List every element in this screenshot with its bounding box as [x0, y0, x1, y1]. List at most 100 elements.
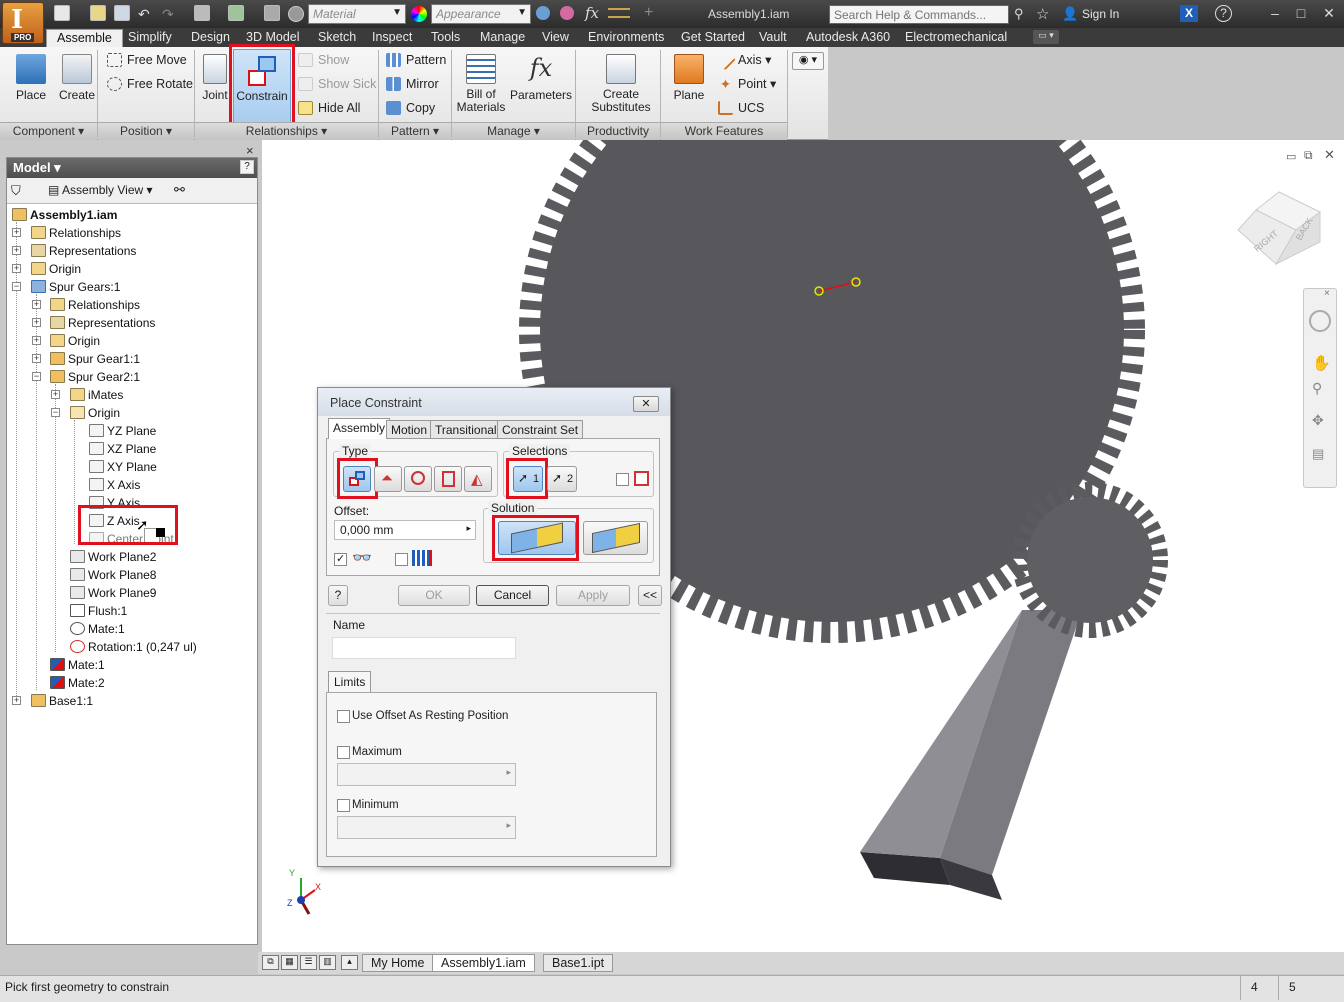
flush-solution-button[interactable]	[583, 521, 648, 555]
tangent-type-button[interactable]	[404, 466, 432, 492]
tree-node-xz-plane[interactable]: XZ Plane	[89, 440, 156, 458]
tree-node-spur-gear2[interactable]: Spur Gear2:1	[50, 368, 140, 386]
clear-appearance-icon[interactable]	[536, 6, 550, 20]
find-icon[interactable]: ⚯	[174, 182, 185, 198]
maximize-button[interactable]: □	[1290, 5, 1312, 23]
select-icon[interactable]	[194, 5, 210, 21]
create-button[interactable]: Create	[56, 54, 98, 102]
collapse-icon[interactable]: −	[32, 372, 41, 381]
tab-list-icon[interactable]: ▴	[341, 955, 358, 970]
tile-windows-icon[interactable]: ▦	[281, 955, 298, 970]
tile-vertical-icon[interactable]: ▥	[319, 955, 336, 970]
hide-all-button[interactable]: Hide All	[298, 98, 360, 118]
tab-assemble[interactable]: Assemble	[46, 29, 123, 47]
update-icon[interactable]	[264, 5, 280, 21]
tree-node-spur-gears[interactable]: Spur Gears:1	[31, 278, 120, 296]
close-button[interactable]: ✕	[1318, 5, 1340, 23]
viewport-minimize-icon[interactable]: ▭	[1286, 150, 1296, 163]
maximum-checkbox[interactable]	[337, 746, 350, 759]
show-button[interactable]: Show	[298, 50, 349, 70]
limits-tab[interactable]: Limits	[328, 671, 372, 692]
tab-autodesk-a360[interactable]: Autodesk A360	[806, 29, 890, 47]
tree-node-xy-plane[interactable]: XY Plane	[89, 458, 157, 476]
material-combo[interactable]: Material ▼	[308, 4, 406, 24]
offset-input[interactable]: 0,000 mm ▸	[334, 520, 476, 540]
maximum-input[interactable]: ▸	[337, 763, 516, 786]
tab-manage[interactable]: Manage	[480, 29, 525, 47]
pick-part-first-checkbox[interactable]	[616, 473, 629, 486]
minimum-checkbox[interactable]	[337, 799, 350, 812]
help-icon[interactable]: ?	[1215, 5, 1232, 22]
undo-icon[interactable]: ↶	[138, 6, 150, 23]
tree-node-mate[interactable]: Mate:2	[50, 674, 105, 692]
search-go-icon[interactable]: ⚲	[1014, 6, 1024, 22]
free-rotate-button[interactable]: Free Rotate	[107, 74, 193, 94]
collapse-dialog-button[interactable]: <<	[638, 585, 662, 606]
crosshair-icon[interactable]: +	[644, 4, 653, 22]
tree-node-spur-gear1[interactable]: Spur Gear1:1	[50, 350, 140, 368]
selection-2-button[interactable]: ➚ 2	[547, 466, 577, 492]
collapse-icon[interactable]: −	[12, 282, 21, 291]
dialog-help-button[interactable]: ?	[328, 585, 348, 606]
tab-tools[interactable]: Tools	[431, 29, 460, 47]
look-at-icon[interactable]: ▤	[1312, 446, 1324, 462]
tree-node-representations[interactable]: Representations	[31, 242, 136, 260]
use-offset-checkbox[interactable]	[337, 710, 350, 723]
expand-icon[interactable]: +	[32, 354, 41, 363]
globe-icon[interactable]	[288, 6, 304, 22]
tree-node-origin[interactable]: Origin	[31, 260, 81, 278]
tab-vault[interactable]: Vault	[759, 29, 787, 47]
apply-button[interactable]: Apply	[556, 585, 630, 606]
expand-icon[interactable]: +	[12, 228, 21, 237]
tile-horizontal-icon[interactable]: ☰	[300, 955, 317, 970]
relationships-panel-label[interactable]: Relationships ▾	[195, 122, 378, 140]
tree-node-rotation[interactable]: Rotation:1 (0,247 ul)	[70, 638, 197, 656]
tree-node-work-plane2[interactable]: Work Plane2	[70, 548, 156, 566]
expand-icon[interactable]: +	[51, 390, 60, 399]
return-icon[interactable]	[228, 5, 244, 21]
create-substitutes-button[interactable]: Create Substitutes	[584, 54, 658, 114]
app-menu-button[interactable]: I PRO	[2, 2, 44, 44]
expand-icon[interactable]: +	[32, 318, 41, 327]
angle-type-button[interactable]: ⏶	[374, 466, 402, 492]
browser-close-icon[interactable]: ×	[246, 143, 254, 158]
orbit-icon[interactable]: ✥	[1312, 412, 1324, 429]
minimize-button[interactable]: –	[1264, 5, 1286, 23]
tab-environments[interactable]: Environments	[588, 29, 664, 47]
tab-motion[interactable]: Motion	[386, 420, 433, 439]
tree-node-relationships[interactable]: Relationships	[50, 296, 140, 314]
filter-icon[interactable]: ⛉	[11, 183, 21, 199]
doc-tab-assembly1[interactable]: Assembly1.iam	[432, 954, 535, 972]
component-panel-label[interactable]: Component ▾	[0, 122, 97, 140]
steering-wheel-icon[interactable]	[1309, 310, 1331, 332]
tree-node-work-plane8[interactable]: Work Plane8	[70, 566, 156, 584]
minimum-input[interactable]: ▸	[337, 816, 516, 839]
browser-header[interactable]: Model ▾	[7, 158, 257, 178]
appearance-combo[interactable]: Appearance ▼	[431, 4, 531, 24]
place-button[interactable]: Place	[10, 54, 52, 102]
expand-icon[interactable]: +	[12, 264, 21, 273]
tree-node-relationships[interactable]: Relationships	[31, 224, 121, 242]
tab-design[interactable]: Design	[191, 29, 230, 47]
fx-icon[interactable]: fx	[585, 4, 599, 22]
tree-node-assembly[interactable]: Assembly1.iam	[12, 206, 117, 224]
tree-node-representations[interactable]: Representations	[50, 314, 155, 332]
tab-inspect[interactable]: Inspect	[372, 29, 412, 47]
name-input[interactable]	[332, 637, 516, 659]
sign-in-link[interactable]: Sign In	[1082, 7, 1119, 21]
viewport-restore-icon[interactable]: ⧉	[1304, 148, 1313, 163]
tab-get-started[interactable]: Get Started	[681, 29, 745, 47]
axis-button[interactable]: Axis ▾	[715, 49, 771, 71]
navbar-close-icon[interactable]: ×	[1324, 288, 1330, 299]
expand-icon[interactable]: +	[32, 336, 41, 345]
open-icon[interactable]	[90, 5, 106, 21]
cascade-windows-icon[interactable]: ⧉	[262, 955, 279, 970]
productivity-panel-label[interactable]: Productivity	[576, 122, 660, 140]
tab-transitional[interactable]: Transitional	[430, 420, 502, 439]
panel-options-dropdown[interactable]: ◉ ▾	[792, 52, 824, 70]
bill-of-materials-button[interactable]: Bill of Materials	[454, 54, 508, 114]
zoom-icon[interactable]: ⚲	[1312, 380, 1322, 397]
parameters-button[interactable]: fx Parameters	[510, 54, 572, 102]
doc-tab-my-home[interactable]: My Home	[362, 954, 434, 972]
browser-help-icon[interactable]: ?	[240, 160, 254, 174]
